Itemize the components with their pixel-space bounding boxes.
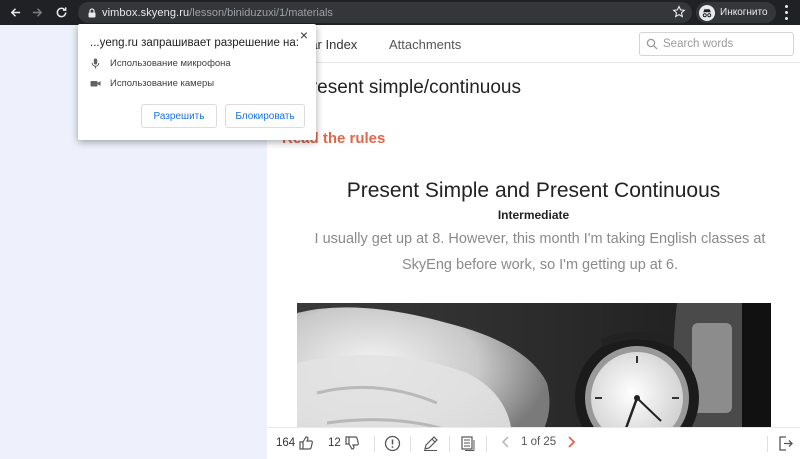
microphone-icon [91, 58, 100, 69]
search-icon [646, 38, 658, 50]
pager-text: 1 of 25 [521, 436, 557, 448]
likes-button[interactable]: 164 [276, 435, 314, 451]
reload-icon [56, 7, 66, 18]
document-list-icon [461, 436, 475, 451]
browser-menu-icon[interactable] [778, 4, 794, 21]
report-button[interactable] [384, 435, 401, 452]
document-body-text: I usually get up at 8. However, this mon… [314, 231, 766, 273]
document-subtitle: Intermediate [497, 208, 570, 222]
alert-circle-icon [384, 435, 401, 452]
popup-title: ...yeng.ru запрашивает разрешение на: [90, 37, 299, 49]
close-icon[interactable]: × [300, 27, 308, 43]
search-input[interactable] [663, 38, 783, 50]
comments-button[interactable]: 12 [328, 435, 360, 451]
permission-microphone: Использование микрофона [90, 58, 231, 69]
block-button[interactable]: Блокировать [225, 104, 305, 128]
document-title: Present Simple and Present Continuous [346, 179, 721, 202]
allow-button[interactable]: Разрешить [141, 104, 217, 128]
tabs-bar: Grammar Index Attachments [267, 25, 800, 63]
likes-count: 164 [276, 437, 296, 449]
search-box[interactable] [639, 32, 794, 56]
back-button[interactable] [4, 0, 26, 25]
address-bar[interactable]: vimbox.skyeng.ru/lesson/biniduzuxi/1/mat… [78, 2, 692, 23]
forward-button[interactable] [26, 0, 48, 25]
chevron-left-icon[interactable] [499, 435, 513, 449]
pager: 1 of 25 [499, 435, 578, 449]
thumbs-down-icon [345, 436, 359, 450]
thumbs-up-icon [299, 436, 314, 450]
edit-button[interactable] [422, 435, 439, 452]
lesson-pane: Grammar Index Attachments 1. Present sim… [267, 25, 800, 459]
incognito-profile-button[interactable]: Инкогнито [696, 2, 776, 23]
exit-button[interactable] [777, 435, 794, 452]
permission-popup: ...yeng.ru запрашивает разрешение на: × … [78, 24, 316, 140]
exit-icon [779, 436, 793, 451]
chevron-right-icon[interactable] [564, 435, 578, 449]
arrow-right-icon [32, 8, 42, 17]
permission-camera-label: Использование камеры [110, 78, 215, 89]
permission-camera: Использование камеры [90, 78, 214, 89]
incognito-icon [699, 4, 715, 21]
url-path: /lesson/biniduzuxi/1/materials [189, 6, 333, 19]
browser-toolbar: vimbox.skyeng.ru/lesson/biniduzuxi/1/mat… [0, 0, 800, 25]
tab-attachments[interactable]: Attachments [389, 37, 461, 52]
profile-label: Инкогнито [720, 7, 768, 18]
camera-icon [90, 81, 101, 87]
bookmark-star-icon[interactable] [672, 5, 686, 19]
notes-button[interactable] [459, 435, 476, 452]
lesson-title: 1. Present simple/continuous [267, 77, 787, 99]
bottom-toolbar: 164 12 1 of 25 [267, 427, 800, 459]
pencil-icon [424, 436, 438, 451]
arrow-left-icon [10, 8, 20, 17]
lock-icon [88, 7, 96, 17]
comments-count: 12 [328, 437, 341, 449]
permission-microphone-label: Использование микрофона [110, 58, 231, 69]
reload-button[interactable] [50, 0, 72, 25]
url-host: vimbox.skyeng.ru [102, 6, 190, 19]
